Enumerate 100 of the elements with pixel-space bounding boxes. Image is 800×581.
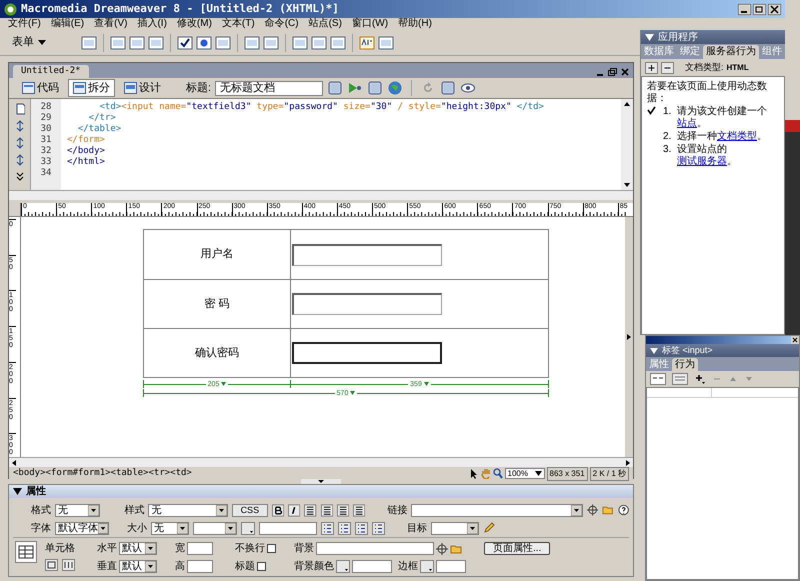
- indent-icon[interactable]: [372, 522, 385, 534]
- text-field[interactable]: [187, 560, 213, 573]
- list-icon[interactable]: [244, 34, 260, 50]
- text-field[interactable]: [259, 522, 317, 534]
- text-field[interactable]: [436, 560, 466, 573]
- text-input[interactable]: [292, 244, 442, 266]
- panel-tab[interactable]: 服务器行为: [703, 45, 759, 59]
- ordered-list-icon[interactable]: [338, 522, 351, 534]
- checkbox[interactable]: [267, 544, 276, 553]
- code-view-icon[interactable]: [22, 82, 35, 94]
- dropdown[interactable]: [193, 522, 237, 534]
- splitter-handle[interactable]: [625, 217, 633, 457]
- split-view-icon[interactable]: [73, 82, 86, 94]
- dropdown-arrow-icon[interactable]: [177, 522, 188, 534]
- text-field[interactable]: [352, 560, 392, 573]
- view-tab[interactable]: 拆分: [68, 79, 115, 97]
- dropdown-arrow-icon[interactable]: [88, 504, 100, 516]
- menu-item[interactable]: 修改(M): [176, 19, 212, 29]
- folder-icon[interactable]: [450, 542, 462, 554]
- menu-item[interactable]: 文本(T): [222, 19, 255, 29]
- menu-item[interactable]: 编辑(E): [50, 19, 84, 29]
- checkbox[interactable]: [257, 562, 266, 571]
- validate-icon[interactable]: [327, 80, 344, 96]
- close-icon[interactable]: [768, 4, 781, 14]
- add-icon[interactable]: [645, 62, 658, 74]
- view-tab[interactable]: 设计: [119, 79, 166, 97]
- dropdown-arrow-icon[interactable]: [534, 471, 542, 476]
- column-menu-caret-icon[interactable]: [221, 382, 226, 386]
- jump-menu-icon[interactable]: [263, 34, 279, 50]
- zoom-dropdown[interactable]: 100%: [504, 468, 544, 479]
- document-title-field[interactable]: 无标题文档: [215, 80, 324, 96]
- crosshair-icon[interactable]: [587, 504, 598, 516]
- dropdown[interactable]: 默认字体: [55, 522, 109, 534]
- restore-icon[interactable]: [608, 68, 617, 76]
- dropdown-arrow-icon[interactable]: [571, 504, 582, 516]
- window-size-dropdown[interactable]: 863 x 351: [546, 466, 588, 480]
- color-picker[interactable]: [336, 560, 350, 573]
- menu-item[interactable]: 插入(I): [137, 19, 167, 29]
- column-menu-caret-icon[interactable]: [424, 382, 429, 386]
- add-behavior-icon[interactable]: [694, 373, 706, 385]
- double-chevron-icon[interactable]: [14, 171, 24, 183]
- step-link[interactable]: 测试服务器: [677, 156, 727, 167]
- horizontal-scrollbar[interactable]: [9, 457, 633, 467]
- panel-tab[interactable]: 行为: [672, 358, 698, 371]
- view-tab[interactable]: 代码: [17, 79, 64, 97]
- dropdown[interactable]: 默认: [119, 560, 157, 573]
- radio-button-icon[interactable]: [196, 34, 212, 50]
- restore-icon[interactable]: [753, 4, 766, 14]
- dropdown[interactable]: [431, 522, 479, 534]
- align-left-icon[interactable]: [304, 504, 317, 516]
- color-picker[interactable]: [241, 522, 255, 534]
- show-all-events-icon[interactable]: [672, 373, 688, 385]
- dropdown-arrow-icon[interactable]: [216, 504, 227, 516]
- zoom-tool-icon[interactable]: [492, 468, 502, 479]
- bold-button[interactable]: [272, 504, 284, 516]
- page-properties-button[interactable]: 页面属性...: [484, 542, 550, 555]
- radio-group-icon[interactable]: [215, 34, 231, 50]
- collapse-triangle-icon[interactable]: [650, 348, 658, 354]
- align-center-icon[interactable]: [320, 504, 333, 516]
- text-input[interactable]: [292, 293, 442, 315]
- horizontal-scrollbar[interactable]: [9, 190, 633, 200]
- fieldset-icon[interactable]: [378, 34, 394, 50]
- ruler-corner[interactable]: [9, 203, 21, 216]
- tag-selector-item[interactable]: <form#form1>: [46, 466, 111, 480]
- textarea-icon[interactable]: [148, 34, 164, 50]
- table-menu-caret-icon[interactable]: [350, 391, 356, 395]
- collapse-selection-icon[interactable]: [14, 137, 24, 149]
- pointer-tool-icon[interactable]: [468, 468, 478, 479]
- menu-item[interactable]: 帮助(H): [398, 19, 432, 29]
- tag-selector-item[interactable]: <table>: [110, 466, 148, 480]
- justify-icon[interactable]: [353, 504, 366, 516]
- hidden-field-icon[interactable]: [129, 34, 145, 50]
- align-right-icon[interactable]: [336, 504, 350, 516]
- collapse-triangle-icon[interactable]: [13, 488, 22, 495]
- form-icon[interactable]: [81, 34, 97, 50]
- step-link[interactable]: 站点: [677, 118, 697, 129]
- color-picker[interactable]: [420, 560, 434, 573]
- text-input[interactable]: [292, 342, 442, 364]
- text-field-icon[interactable]: [110, 34, 126, 50]
- dropdown-arrow-icon[interactable]: [145, 561, 156, 572]
- dropdown-arrow-icon[interactable]: [145, 543, 156, 554]
- show-set-events-icon[interactable]: [650, 373, 666, 385]
- dropdown-arrow-icon[interactable]: [467, 522, 478, 534]
- close-icon[interactable]: [621, 68, 629, 76]
- design-view-icon[interactable]: [124, 82, 137, 94]
- merge-cells-icon[interactable]: [45, 559, 58, 571]
- unordered-list-icon[interactable]: [321, 522, 334, 534]
- checkbox-icon[interactable]: [177, 34, 193, 50]
- italic-button[interactable]: [288, 504, 300, 516]
- collapse-icon[interactable]: [14, 120, 24, 132]
- text-field[interactable]: [316, 542, 434, 555]
- category-dropdown[interactable]: 表单: [12, 34, 46, 51]
- panel-header[interactable]: 应用程序: [641, 30, 785, 44]
- minimize-icon[interactable]: [738, 4, 751, 14]
- panel-collapse-handle[interactable]: [301, 479, 341, 484]
- split-cell-icon[interactable]: [62, 559, 75, 571]
- vertical-scrollbar[interactable]: [621, 99, 633, 190]
- outdent-icon[interactable]: [355, 522, 368, 534]
- menu-item[interactable]: 命令(C): [264, 19, 299, 29]
- help-icon[interactable]: [618, 504, 629, 516]
